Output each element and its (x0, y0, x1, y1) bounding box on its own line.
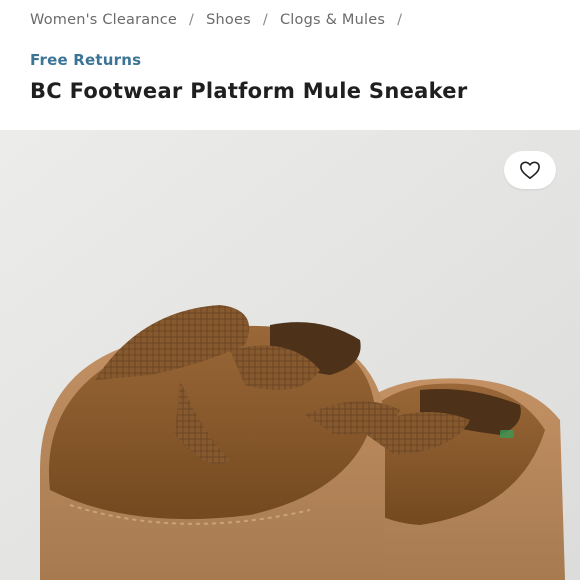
product-title: BC Footwear Platform Mule Sneaker (30, 79, 468, 103)
breadcrumb-separator: / (397, 12, 403, 28)
breadcrumb-clogs-mules[interactable]: Clogs & Mules (280, 12, 385, 28)
product-image-gallery[interactable] (0, 130, 580, 580)
breadcrumb: Women's Clearance / Shoes / Clogs & Mule… (30, 12, 414, 28)
free-returns-label[interactable]: Free Returns (30, 51, 141, 69)
breadcrumb-separator: / (189, 12, 195, 28)
breadcrumb-separator: / (262, 12, 268, 28)
heart-outline-icon (520, 161, 540, 179)
breadcrumb-shoes[interactable]: Shoes (206, 12, 251, 28)
breadcrumb-womens-clearance[interactable]: Women's Clearance (30, 12, 177, 28)
favorite-button[interactable] (504, 151, 556, 189)
product-image (0, 130, 580, 580)
